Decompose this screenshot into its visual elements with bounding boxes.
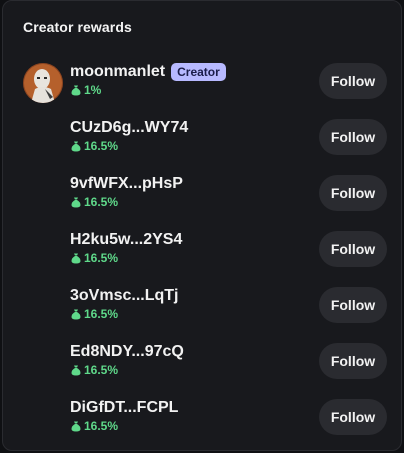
avatar[interactable] — [23, 63, 63, 103]
holder-address[interactable]: CUzD6g...WY74 — [70, 119, 188, 137]
money-bag-icon — [71, 197, 81, 207]
reward-percent: 16.5% — [84, 251, 119, 265]
reward-share: 1% — [71, 83, 101, 97]
creator-badge: Creator — [171, 63, 226, 81]
reward-percent: 16.5% — [84, 139, 119, 153]
creator-name[interactable]: moonmanlet — [70, 63, 165, 81]
follow-button[interactable]: Follow — [319, 119, 387, 155]
reward-percent: 16.5% — [84, 363, 119, 377]
holder-row: H2ku5w...2YS4 16.5% Follow — [3, 229, 401, 277]
follow-button[interactable]: Follow — [319, 63, 387, 99]
follow-button[interactable]: Follow — [319, 231, 387, 267]
reward-share: 16.5% — [71, 307, 118, 321]
reward-share: 16.5% — [71, 195, 118, 209]
holder-address[interactable]: H2ku5w...2YS4 — [70, 231, 182, 249]
money-bag-icon — [71, 141, 81, 151]
holder-row: CUzD6g...WY74 16.5% Follow — [3, 117, 401, 165]
creator-rewards-panel: Creator rewards moonmanlet Creator 1% Fo… — [2, 0, 402, 451]
reward-percent: 16.5% — [84, 419, 119, 433]
reward-share: 16.5% — [71, 363, 118, 377]
holder-address[interactable]: Ed8NDY...97cQ — [70, 343, 184, 361]
follow-button[interactable]: Follow — [319, 399, 387, 435]
holder-row: DiGfDT...FCPL 16.5% Follow — [3, 397, 401, 445]
reward-share: 16.5% — [71, 419, 118, 433]
holder-row: Ed8NDY...97cQ 16.5% Follow — [3, 341, 401, 389]
holder-row: 3oVmsc...LqTj 16.5% Follow — [3, 285, 401, 333]
reward-percent: 16.5% — [84, 195, 119, 209]
follow-button[interactable]: Follow — [319, 175, 387, 211]
money-bag-icon — [71, 309, 81, 319]
reward-share: 16.5% — [71, 139, 118, 153]
follow-button[interactable]: Follow — [319, 343, 387, 379]
reward-percent: 1% — [84, 83, 102, 97]
money-bag-icon — [71, 253, 81, 263]
holder-row: 9vfWFX...pHsP 16.5% Follow — [3, 173, 401, 221]
money-bag-icon — [71, 365, 81, 375]
reward-share: 16.5% — [71, 251, 118, 265]
money-bag-icon — [71, 421, 81, 431]
panel-title: Creator rewards — [23, 19, 132, 35]
reward-percent: 16.5% — [84, 307, 119, 321]
holder-address[interactable]: DiGfDT...FCPL — [70, 399, 178, 417]
holder-address[interactable]: 9vfWFX...pHsP — [70, 175, 183, 193]
holder-address[interactable]: 3oVmsc...LqTj — [70, 287, 178, 305]
creator-row: moonmanlet Creator 1% Follow — [3, 61, 401, 109]
follow-button[interactable]: Follow — [319, 287, 387, 323]
money-bag-icon — [71, 85, 81, 95]
